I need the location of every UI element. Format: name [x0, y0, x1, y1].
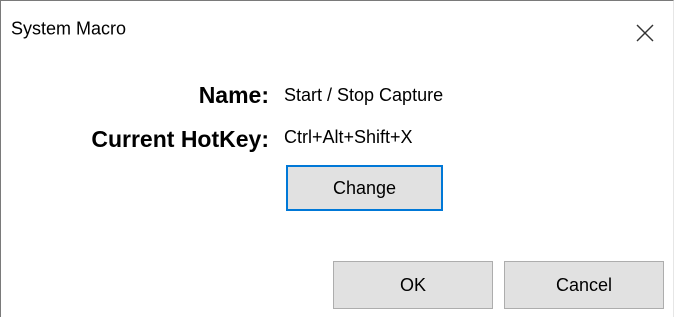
change-button[interactable]: Change	[286, 165, 443, 211]
cancel-button[interactable]: Cancel	[504, 261, 664, 309]
system-macro-dialog: System Macro Name: Start / Stop Capture …	[0, 0, 674, 317]
close-icon	[636, 24, 654, 42]
current-hotkey-label: Current HotKey:	[91, 126, 269, 152]
title-bar: System Macro	[1, 1, 673, 45]
dialog-title: System Macro	[11, 18, 127, 39]
close-button[interactable]	[631, 19, 659, 47]
ok-button[interactable]: OK	[333, 261, 493, 309]
name-value: Start / Stop Capture	[284, 85, 444, 105]
current-hotkey-value: Ctrl+Alt+Shift+X	[284, 127, 413, 147]
name-label: Name:	[198, 82, 269, 108]
